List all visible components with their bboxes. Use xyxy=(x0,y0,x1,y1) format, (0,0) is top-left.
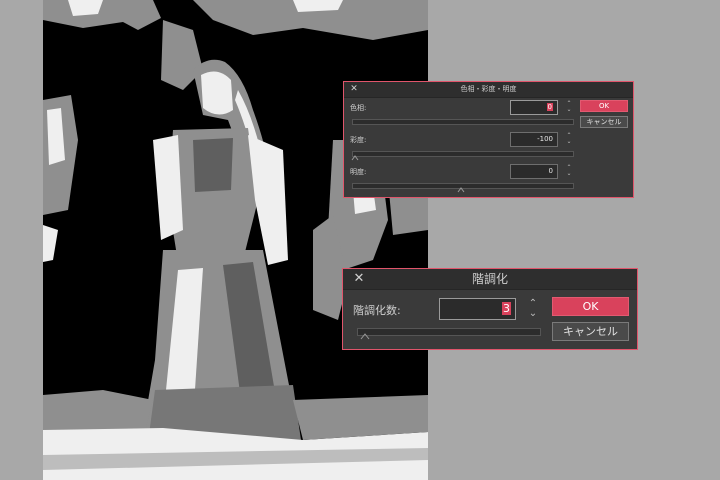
hue-label: 色相: xyxy=(350,104,367,112)
brightness-label: 明度: xyxy=(350,168,367,176)
close-icon[interactable]: ✕ xyxy=(349,269,369,289)
saturation-label: 彩度: xyxy=(350,136,367,144)
saturation-value: -100 xyxy=(537,135,553,143)
hue-slider[interactable] xyxy=(352,119,574,125)
brightness-input[interactable]: 0 xyxy=(510,164,558,179)
dialog-titlebar[interactable]: ✕ 色相・彩度・明度 xyxy=(344,82,633,98)
brightness-spinner-icon[interactable]: ⌃ ⌄ xyxy=(565,165,573,177)
levels-slider[interactable] xyxy=(357,328,541,340)
hue-input[interactable]: 0 xyxy=(510,100,558,115)
hue-saturation-dialog: ✕ 色相・彩度・明度 色相: 0 ⌃ ⌄ 彩度: -100 ⌃ ⌄ 明度: 0 ⌃ ⌄… xyxy=(343,81,634,198)
ok-button[interactable]: OK xyxy=(580,100,628,112)
saturation-input[interactable]: -100 xyxy=(510,132,558,147)
brightness-value: 0 xyxy=(548,167,553,175)
photo-image xyxy=(43,0,428,480)
slider-thumb-icon[interactable] xyxy=(457,187,465,193)
ok-button[interactable]: OK xyxy=(552,297,629,316)
levels-spinner-icon[interactable]: ⌃ ⌄ xyxy=(527,299,539,319)
close-icon[interactable]: ✕ xyxy=(348,82,360,97)
levels-label: 階調化数: xyxy=(353,304,401,317)
slider-thumb-icon[interactable] xyxy=(351,155,359,161)
slider-thumb-icon[interactable] xyxy=(360,333,370,340)
saturation-spinner-icon[interactable]: ⌃ ⌄ xyxy=(565,133,573,145)
hue-spinner-icon[interactable]: ⌃ ⌄ xyxy=(565,101,573,113)
brightness-slider[interactable] xyxy=(352,183,574,193)
levels-value: 3 xyxy=(502,302,511,315)
posterize-dialog: ✕ 階調化 階調化数: 3 ⌃ ⌄ OK キャンセル xyxy=(342,268,638,350)
cancel-button[interactable]: キャンセル xyxy=(580,116,628,128)
posterized-photo xyxy=(43,0,428,480)
saturation-slider[interactable] xyxy=(351,151,574,161)
dialog-title: 階調化 xyxy=(471,272,508,286)
canvas-area[interactable] xyxy=(0,0,428,480)
cancel-button[interactable]: キャンセル xyxy=(552,322,629,341)
hue-value: 0 xyxy=(546,103,553,111)
levels-input[interactable]: 3 xyxy=(439,298,516,320)
dialog-titlebar[interactable]: ✕ 階調化 xyxy=(343,269,637,290)
dialog-title: 色相・彩度・明度 xyxy=(460,85,517,93)
